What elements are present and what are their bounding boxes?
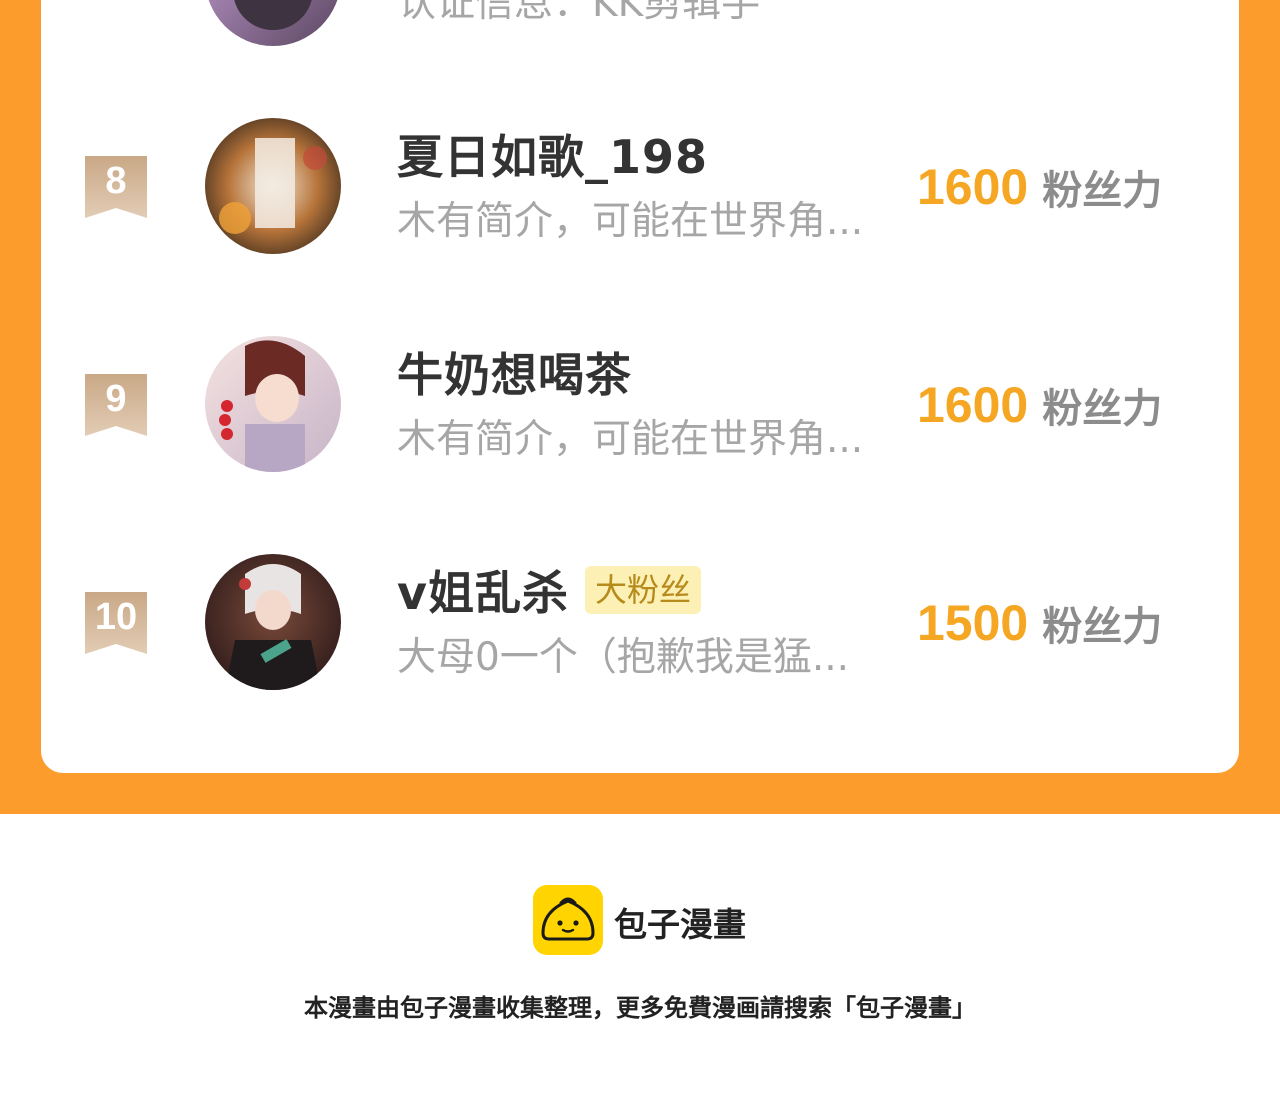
score-value: 1500 [917,595,1029,651]
rank-number: 8 [105,160,127,202]
avatar[interactable] [205,554,341,690]
score-unit: 粉丝力 [1042,168,1163,214]
ranking-row[interactable]: 9 牛奶想喝茶 木有简介，可能在世界角... 1600 粉丝力 [41,336,1239,476]
user-name[interactable]: 牛奶想喝茶 [397,339,632,405]
name-line: 夏日如歌_198 [397,124,708,184]
score-unit: 粉丝力 [1042,386,1163,432]
ranking-row-partial[interactable]: 认证信息：KK剪辑手 [41,0,1239,46]
big-fan-badge: 大粉丝 [585,566,702,614]
rank-badge: 9 [85,374,147,436]
user-name[interactable]: v姐乱杀 [397,557,569,623]
user-description: 木有简介，可能在世界角... [397,199,864,244]
score-value: 1600 [917,377,1029,433]
avatar[interactable] [205,118,341,254]
avatar[interactable] [205,336,341,472]
bun-logo-icon[interactable] [533,885,603,955]
fan-score: 1500 粉丝力 [917,594,1162,654]
rank-badge: 10 [85,592,147,654]
ranking-card: 认证信息：KK剪辑手 8 夏日如歌_198 木有简介，可能在世界角... 160… [41,0,1239,773]
name-line: 牛奶想喝茶 [397,342,632,402]
rank-number: 9 [105,378,127,420]
ranking-row[interactable]: 10 v姐乱杀 大粉丝 大母0一个（抱歉我是猛... 1500 粉丝力 [41,554,1239,694]
user-name[interactable]: 夏日如歌_198 [397,121,708,187]
rank-number: 10 [94,596,138,638]
user-description: 大母0一个（抱歉我是猛... [397,635,850,680]
name-line: v姐乱杀 大粉丝 [397,557,702,623]
brand-name: 包子漫畫 [614,905,746,944]
user-description: 木有简介，可能在世界角... [397,417,864,462]
score-unit: 粉丝力 [1042,604,1163,650]
score-value: 1600 [917,159,1029,215]
fan-score: 1600 粉丝力 [917,376,1162,436]
footer-note: 本漫畫由包子漫畫收集整理，更多免費漫画請搜索「包子漫畫」 [304,994,976,1022]
ranking-row[interactable]: 8 夏日如歌_198 木有简介，可能在世界角... 1600 粉丝力 [41,118,1239,258]
avatar[interactable] [205,0,341,46]
fan-score: 1600 粉丝力 [917,158,1162,218]
rank-badge: 8 [85,156,147,218]
user-description: 认证信息：KK剪辑手 [397,0,761,26]
